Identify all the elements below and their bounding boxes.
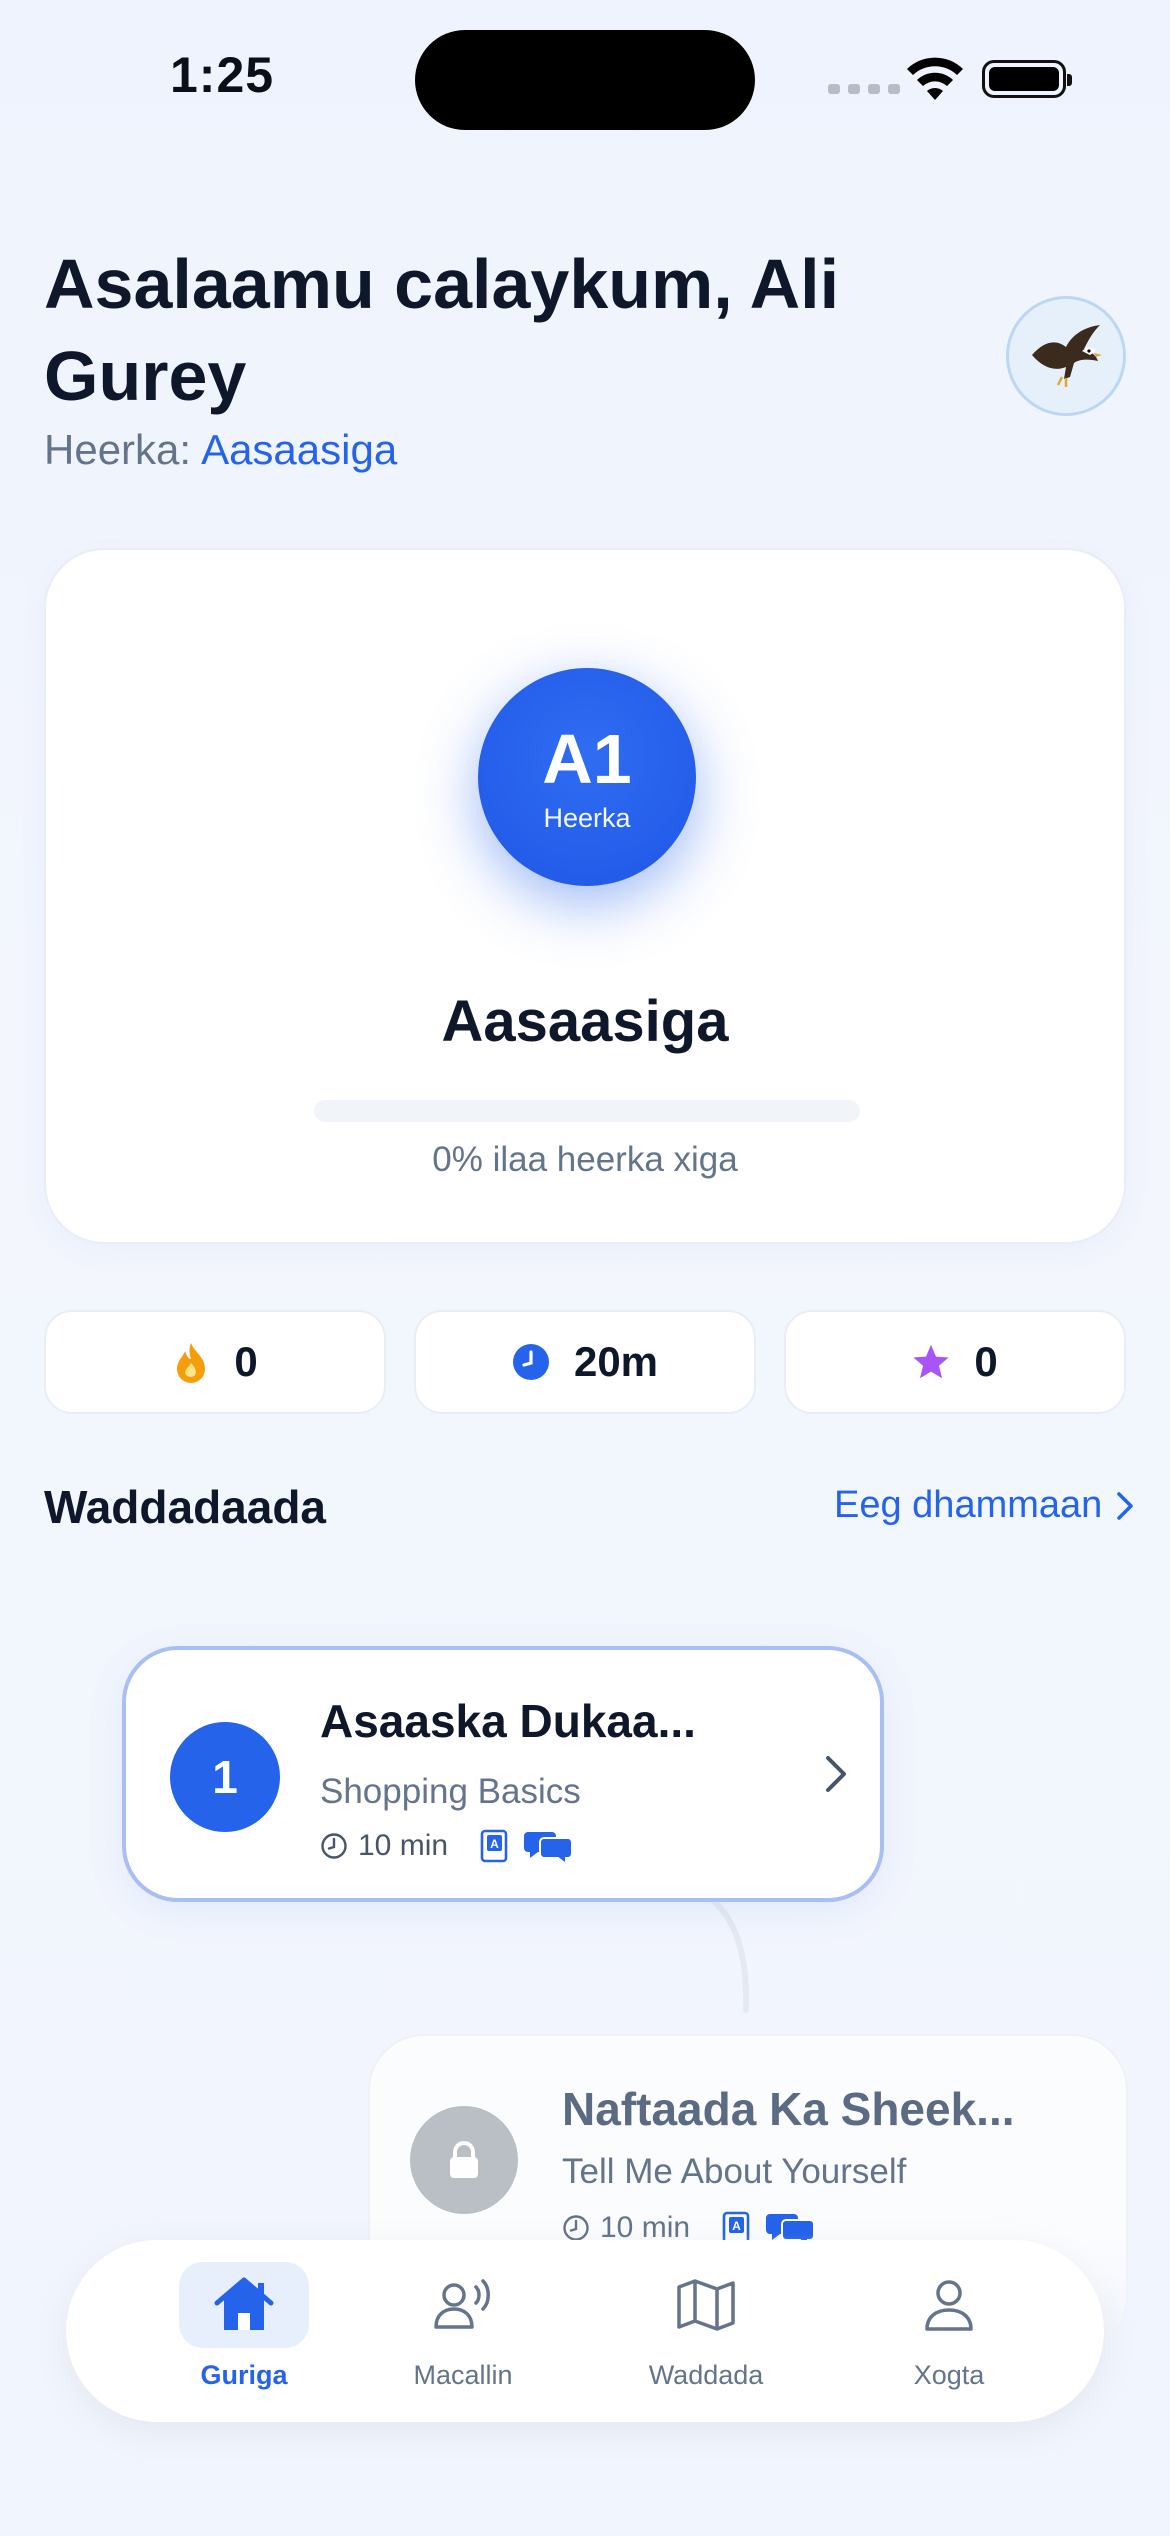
streak-value: 0 xyxy=(234,1338,258,1385)
lesson-title: Asaaska Dukaa... xyxy=(320,1695,696,1747)
lesson-title: Naftaada Ka Sheek... xyxy=(562,2083,1015,2135)
path-connector xyxy=(677,1880,750,2013)
lesson-card-active[interactable]: 1 Asaaska Dukaa... Shopping Basics 10 mi… xyxy=(122,1646,884,1902)
greeting-title: Asalaamu calaykum, Ali Gurey xyxy=(44,245,840,415)
streak-stat[interactable]: 0 xyxy=(44,1310,386,1414)
star-icon xyxy=(912,1343,950,1381)
clock-outline-icon xyxy=(321,1833,347,1859)
tab-profile[interactable]: Xogta xyxy=(859,2262,1039,2412)
current-level-line: Heerka: Aasaasiga xyxy=(44,426,397,474)
level-card[interactable]: A1 Heerka Aasaasiga 0% ilaa heerka xiga xyxy=(44,548,1126,1244)
lock-badge xyxy=(410,2106,518,2214)
tab-path-label: Waddada xyxy=(648,2360,764,2390)
tab-teacher-label: Macallin xyxy=(413,2360,513,2390)
tab-profile-label: Xogta xyxy=(913,2360,985,2390)
battery-icon xyxy=(982,60,1072,98)
lock-icon xyxy=(450,2141,478,2178)
eagle-icon xyxy=(1032,325,1102,387)
level-progress-text: 0% ilaa heerka xiga xyxy=(432,1140,738,1179)
svg-text:A: A xyxy=(490,1837,499,1851)
svg-text:A: A xyxy=(732,2219,741,2233)
lesson-duration: 10 min xyxy=(358,1829,449,1862)
tab-home-label: Guriga xyxy=(200,2360,288,2390)
bottom-tab-bar: Guriga Macallin Waddada Xogta xyxy=(66,2240,1104,2422)
level-code: A1 xyxy=(542,719,632,798)
home-icon xyxy=(214,2277,274,2330)
profile-icon xyxy=(925,2280,973,2331)
lesson-subtitle: Tell Me About Yourself xyxy=(562,2152,907,2191)
profile-avatar[interactable] xyxy=(1006,296,1126,416)
voice-teacher-icon xyxy=(434,2279,490,2329)
path-section-title: Waddadaada xyxy=(44,1481,327,1533)
tab-teacher[interactable]: Macallin xyxy=(373,2262,553,2412)
time-stat[interactable]: 20m xyxy=(414,1310,756,1414)
vocabulary-icon: A xyxy=(480,1829,508,1863)
flame-icon xyxy=(172,1343,210,1383)
level-badge: A1 Heerka xyxy=(478,668,696,886)
see-all-link[interactable]: Eeg dhammaan xyxy=(834,1484,1134,1527)
status-bar: 1:25 xyxy=(0,0,1170,140)
wifi-icon xyxy=(907,57,963,100)
level-card-title: Aasaasiga xyxy=(441,989,729,1054)
level-badge-label: Heerka xyxy=(543,802,631,833)
clock-icon xyxy=(512,1343,550,1381)
see-all-label: Eeg dhammaan xyxy=(834,1484,1103,1526)
tab-path[interactable]: Waddada xyxy=(616,2262,796,2412)
lesson-meta: 10 min A xyxy=(320,1828,574,1864)
cellular-signal-icon xyxy=(828,84,900,94)
chevron-right-icon xyxy=(1117,1491,1134,1520)
map-icon xyxy=(677,2279,735,2331)
xp-value: 0 xyxy=(974,1338,998,1385)
lesson-number: 1 xyxy=(170,1722,280,1832)
tab-home[interactable]: Guriga xyxy=(154,2262,334,2412)
xp-stat[interactable]: 0 xyxy=(784,1310,1126,1414)
dynamic-island xyxy=(415,30,755,130)
conversation-icon xyxy=(524,1832,574,1864)
lesson-subtitle: Shopping Basics xyxy=(320,1772,581,1811)
time-value: 20m xyxy=(573,1338,659,1385)
home-screen: 1:25 Asalaamu calaykum, Ali Gurey Heerka… xyxy=(0,0,1170,2536)
level-prefix: Heerka: xyxy=(44,426,192,473)
status-time: 1:25 xyxy=(170,47,275,103)
level-name-link[interactable]: Aasaasiga xyxy=(201,426,397,473)
chevron-right-icon xyxy=(826,1756,846,1792)
level-progress-bar xyxy=(314,1100,860,1122)
